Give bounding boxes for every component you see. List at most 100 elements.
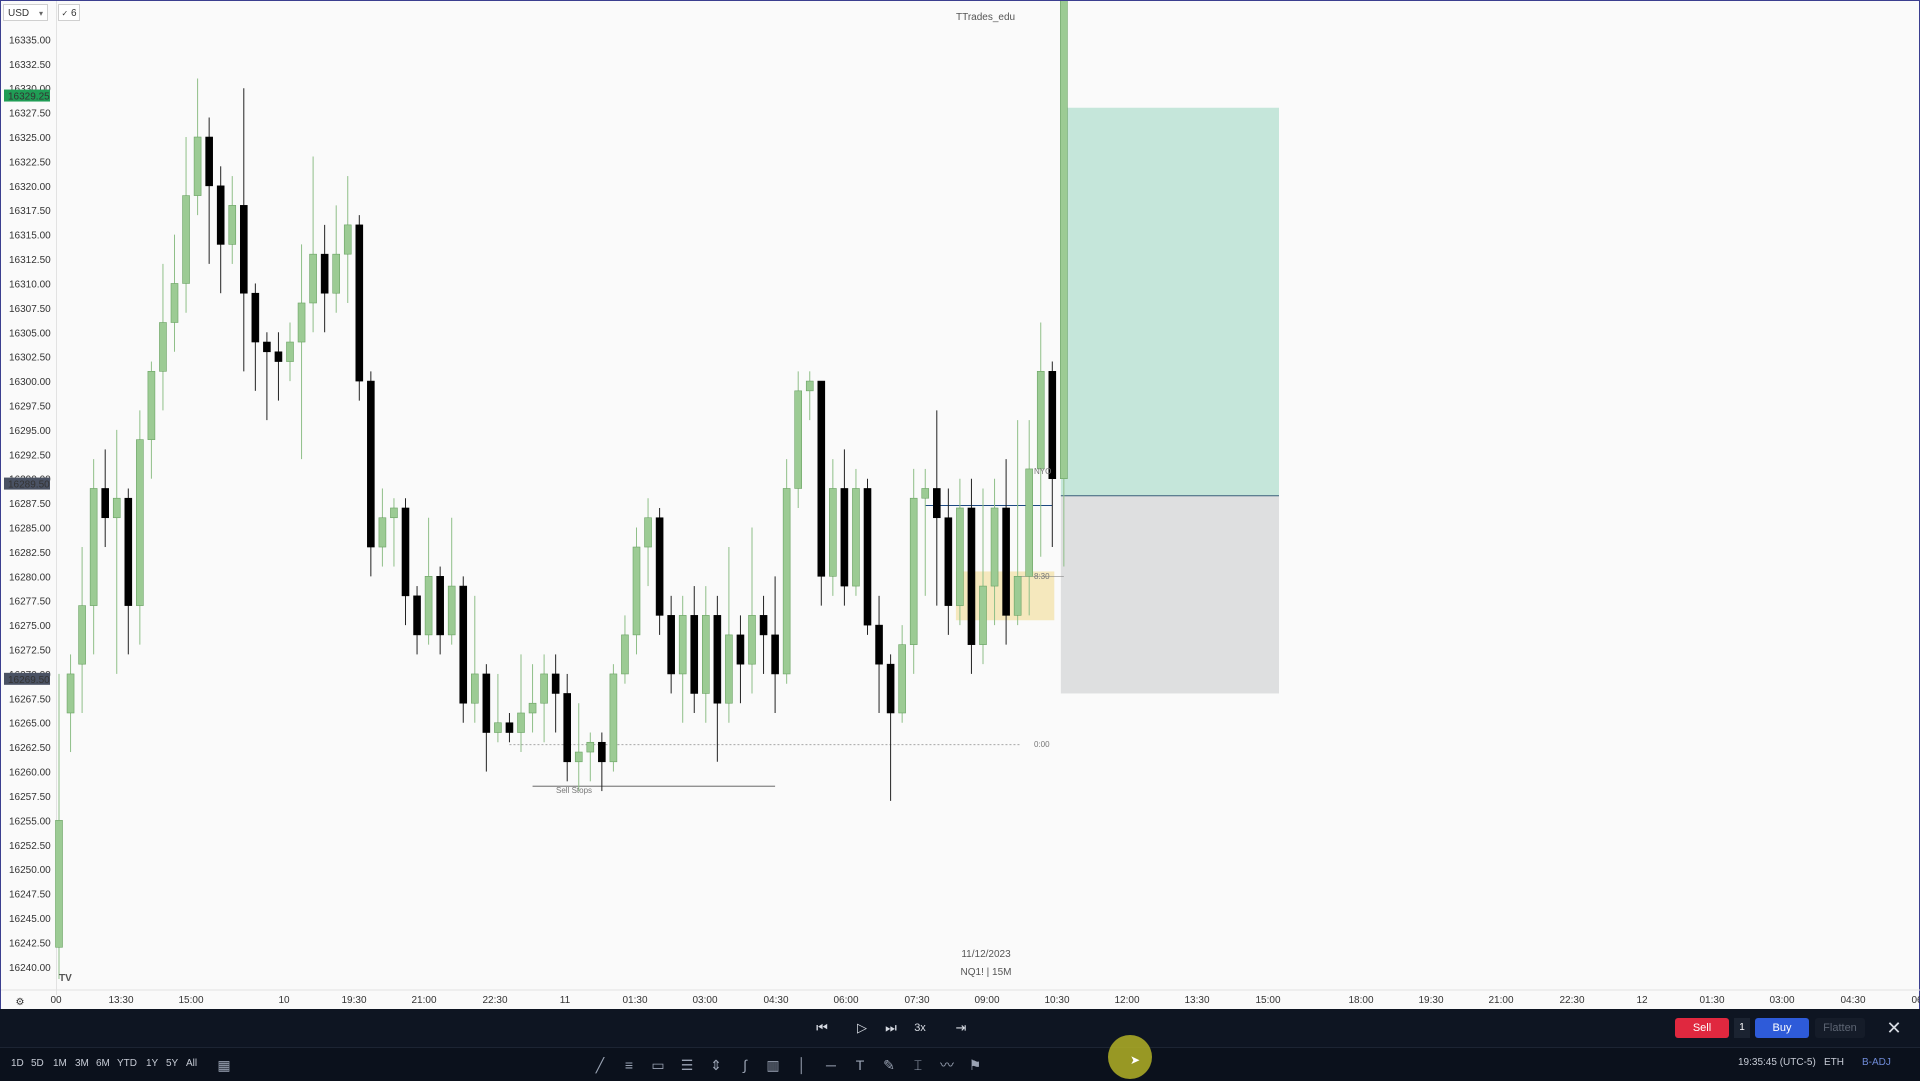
x-tick-label: 21:00 (1488, 995, 1513, 1006)
flatten-button[interactable]: Flatten (1815, 1018, 1865, 1038)
pencil-icon[interactable]: ✎ (880, 1056, 898, 1074)
candle-body (216, 185, 225, 245)
candle-body (621, 634, 629, 675)
candle-body (251, 292, 260, 343)
y-tick-label: 16295.00 (9, 426, 51, 437)
candle-body (494, 722, 502, 733)
candle-body (66, 673, 75, 714)
nyo-label: NYO (1034, 467, 1051, 476)
timeframe-all[interactable]: All (186, 1058, 197, 1069)
skip-back-icon[interactable]: ⏮ (812, 1018, 832, 1038)
y-tick-label: 16252.50 (9, 841, 51, 852)
candle-body (898, 644, 906, 714)
candle-body (759, 615, 768, 636)
parallel-channel-icon[interactable]: ☰ (678, 1056, 696, 1074)
y-tick-label: 16307.50 (9, 304, 51, 315)
candle-body (459, 585, 468, 704)
y-tick-label: 16300.00 (9, 377, 51, 388)
text-tool-icon[interactable]: T (851, 1056, 869, 1074)
horizontal-line-icon[interactable]: ─ (822, 1056, 840, 1074)
candle-body (921, 488, 930, 499)
x-tick-label: 10 (278, 995, 290, 1006)
sell-button[interactable]: Sell (1675, 1018, 1729, 1038)
check-icon: ✓ (61, 9, 69, 18)
candle-body (482, 673, 491, 733)
candle-body (771, 634, 779, 675)
candle-body (413, 595, 421, 636)
pattern-icon[interactable]: 〰 (938, 1056, 956, 1074)
candle-body (563, 693, 572, 763)
currency-select[interactable]: USD ▾ (3, 4, 48, 21)
quantity-input[interactable]: 1 (1734, 1018, 1750, 1038)
timeframe-ytd[interactable]: YTD (117, 1058, 137, 1069)
calendar-icon[interactable]: ▦ (215, 1056, 233, 1074)
candle-body (378, 517, 387, 548)
x-tick-label: 10:30 (1044, 995, 1069, 1006)
candle-body (586, 741, 595, 753)
y-tick-label: 16245.00 (9, 914, 51, 925)
horizontal-lines-icon[interactable]: ≡ (620, 1056, 638, 1074)
candle-body (205, 136, 213, 187)
timeframe-6m[interactable]: 6M (96, 1058, 110, 1069)
vertical-line-icon[interactable]: │ (793, 1056, 811, 1074)
x-axis: 00 13:30 15:00 10 19:30 21:00 22:30 11 01:30 03:0… (1, 989, 1920, 1008)
price-chart[interactable]: 16335.0016332.5016330.0016327.5016325.00… (1, 1, 1920, 1010)
timeframe-1y[interactable]: 1Y (146, 1058, 158, 1069)
candle-body (1013, 576, 1022, 616)
step-forward-icon[interactable]: ⏭ (881, 1018, 901, 1038)
flag-icon[interactable]: ⚑ (966, 1056, 984, 1074)
timeframe-1d[interactable]: 1D (11, 1058, 24, 1069)
replay-speed[interactable]: 3x (910, 1018, 930, 1038)
candle-body (159, 322, 167, 372)
y-tick-label: 16292.50 (9, 450, 51, 461)
x-tick-label: 19:30 (341, 995, 366, 1006)
range-icon[interactable]: ⇕ (707, 1056, 725, 1074)
candle-body (55, 820, 63, 948)
candle-body (667, 615, 675, 675)
candle-body (932, 488, 941, 519)
candle-body (863, 488, 872, 626)
rectangle-icon[interactable]: ▭ (649, 1056, 667, 1074)
measure-icon[interactable]: ⌶ (909, 1056, 927, 1074)
y-tick-label: 16322.50 (9, 157, 51, 168)
candle-body (78, 605, 86, 665)
x-tick-label: 19:30 (1418, 995, 1443, 1006)
trend-line-icon[interactable]: ╱ (591, 1056, 609, 1074)
jump-to-realtime-icon[interactable]: ⇥ (951, 1018, 971, 1038)
y-tick-label: 16255.00 (9, 816, 51, 827)
timeframe-3m[interactable]: 3M (75, 1058, 89, 1069)
x-tick-label: 11 (560, 995, 571, 1006)
candle-body (886, 663, 895, 714)
session-label[interactable]: ETH (1824, 1057, 1844, 1068)
candle-body (355, 224, 364, 382)
x-tick-label: 22:30 (1559, 995, 1584, 1006)
interval-toggle[interactable]: ✓ 6 (58, 4, 80, 21)
y-tick-label: 16277.50 (9, 597, 51, 608)
timeframe-5d[interactable]: 5D (31, 1058, 44, 1069)
buy-button[interactable]: Buy (1755, 1018, 1809, 1038)
chevron-down-icon: ▾ (38, 9, 43, 18)
replay-toolbar: ⏮ ▷ ⏭ 3x ⇥ Sell 1 Buy Flatten ✕ (0, 1009, 1920, 1047)
y-tick-label: 16335.00 (9, 35, 51, 46)
fib-grid-icon[interactable]: ▥ (764, 1056, 782, 1074)
candle-body (274, 351, 283, 362)
timeframe-1m[interactable]: 1M (53, 1058, 67, 1069)
candle-body (297, 302, 306, 343)
brush-icon[interactable]: ∫ (736, 1056, 754, 1074)
x-tick-label: 15:00 (178, 995, 203, 1006)
candle-body (979, 585, 987, 645)
x-tick-label: 12 (1636, 995, 1648, 1006)
x-tick-label: 03:00 (1769, 995, 1794, 1006)
y-tick-label: 16320.00 (9, 182, 51, 193)
candle-body (136, 439, 144, 606)
candle-body (713, 615, 722, 704)
play-icon[interactable]: ▷ (852, 1018, 872, 1038)
x-tick-label: 21:00 (411, 995, 436, 1006)
timeframe-5y[interactable]: 5Y (166, 1058, 178, 1069)
price-badge-label: 16269.50 (8, 675, 50, 686)
y-tick-label: 16310.00 (9, 279, 51, 290)
candle-body (101, 488, 109, 519)
candle-body (609, 673, 618, 763)
close-icon[interactable]: ✕ (1883, 1017, 1905, 1039)
adjustment-label[interactable]: B-ADJ (1862, 1057, 1891, 1068)
